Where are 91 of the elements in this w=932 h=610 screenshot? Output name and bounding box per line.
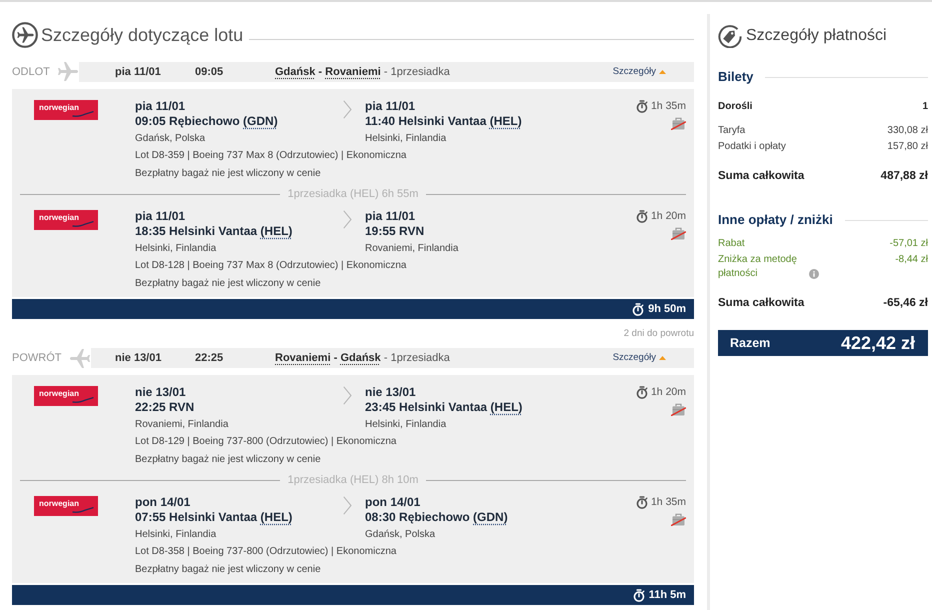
flight-info: Lot D8-129 | Boeing 737-800 (Odrzutowiec) | Ekonomiczna xyxy=(135,435,398,449)
fee-label: Rabat xyxy=(718,237,745,251)
route-summary: Gdańsk - Rovaniemi - 1przesiadka xyxy=(275,64,451,80)
segment-duration: 1h 35m xyxy=(650,99,686,113)
swoosh-icon xyxy=(72,111,94,117)
leg-time: 22:25 xyxy=(195,350,224,366)
arrival-date: pon 14/01 xyxy=(365,495,422,509)
fee-amount: 330,08 zł xyxy=(887,124,928,138)
leg-label: POWRÓT xyxy=(12,351,62,365)
total-duration: 11h 5m xyxy=(648,588,686,602)
arrival-city: Helsinki, Finlandia xyxy=(365,418,448,432)
departure-airport: 07:55 Helsinki Vantaa (HEL) xyxy=(135,509,294,525)
arrival-city: Gdańsk, Polska xyxy=(365,528,436,542)
departure-date: pon 14/01 xyxy=(135,495,192,509)
details-link[interactable]: Szczegóły xyxy=(612,66,656,78)
arrival-date: pia 11/01 xyxy=(365,209,416,223)
baggage-note: Bezpłatny bagaż nie jest wliczony w cenie xyxy=(135,277,322,291)
leg-date: pia 11/01 xyxy=(115,64,162,80)
stopwatch-icon xyxy=(636,386,648,398)
fee-label: Podatki i opłaty xyxy=(718,140,786,154)
stopwatch-icon xyxy=(636,210,648,222)
payment-title: Szczegóły płatności xyxy=(746,26,887,46)
airplane-icon xyxy=(12,22,38,48)
leg-date: nie 13/01 xyxy=(115,350,162,366)
fee-amount: -65,46 zł xyxy=(883,296,928,311)
baggage-note: Bezpłatny bagaż nie jest wliczony w cenie xyxy=(135,453,322,467)
flight-info: Lot D8-358 | Boeing 737-800 (Odrzutowiec) | Ekonomiczna xyxy=(135,545,398,559)
fee-label: Suma całkowita xyxy=(718,169,804,184)
departure-airport: 22:25 RVN xyxy=(135,399,196,415)
departure-city: Helsinki, Finlandia xyxy=(135,242,218,256)
swoosh-icon xyxy=(72,507,94,513)
stopwatch-icon xyxy=(636,496,648,508)
departure-airport: 18:35 Helsinki Vantaa (HEL) xyxy=(135,223,294,239)
fee-label: Suma całkowita xyxy=(718,296,804,311)
arrival-airport: 11:40 Helsinki Vantaa (HEL) xyxy=(365,113,523,129)
layover-info: 1przesiadka (HEL) 6h 55m xyxy=(286,187,420,202)
chevron-right-icon xyxy=(343,100,352,119)
section-heading: Bilety xyxy=(718,69,754,85)
arrival-airport: 08:30 Rębiechowo (GDN) xyxy=(365,509,509,525)
flight-info: Lot D8-128 | Boeing 737 Max 8 (Odrzutowiec) | Ekonomiczna xyxy=(135,259,408,273)
arrival-city: Helsinki, Finlandia xyxy=(365,132,448,146)
arrival-airport: 23:45 Helsinki Vantaa (HEL) xyxy=(365,399,524,415)
fee-label: Zniżka za metodę płatności xyxy=(718,253,798,281)
departure-date: nie 13/01 xyxy=(135,385,187,399)
arrival-date: nie 13/01 xyxy=(365,385,417,399)
airline-logo-text: norwegian xyxy=(39,103,80,112)
details-link[interactable]: Szczegóły xyxy=(612,352,656,364)
baggage-note: Bezpłatny bagaż nie jest wliczony w cenie xyxy=(135,563,322,577)
arrival-airport: 19:55 RVN xyxy=(365,223,426,239)
departure-airport: 09:05 Rębiechowo (GDN) xyxy=(135,113,279,129)
chevron-right-icon xyxy=(343,496,352,515)
departure-date: pia 11/01 xyxy=(135,99,186,113)
departure-city: Helsinki, Finlandia xyxy=(135,528,218,542)
grand-total-label: Razem xyxy=(730,334,770,352)
chevron-right-icon xyxy=(343,386,352,405)
stopwatch-icon xyxy=(632,588,645,602)
flight-info: Lot D8-359 | Boeing 737 Max 8 (Odrzutowiec) | Ekonomiczna xyxy=(135,149,408,163)
airline-logo-text: norwegian xyxy=(39,213,80,222)
fee-amount: -57,01 zł xyxy=(890,237,928,251)
chevron-right-icon xyxy=(343,210,352,229)
arrival-date: pia 11/01 xyxy=(365,99,416,113)
airline-logo-text: norwegian xyxy=(39,389,80,398)
stopwatch-icon xyxy=(636,100,648,112)
fee-amount: 157,80 zł xyxy=(887,140,928,154)
departure-date: pia 11/01 xyxy=(135,209,186,223)
route-summary: Rovaniemi - Gdańsk - 1przesiadka xyxy=(275,350,451,366)
fee-label: Dorośli xyxy=(718,100,752,114)
segment-duration: 1h 20m xyxy=(650,209,686,223)
arrival-city: Rovaniemi, Finlandia xyxy=(365,242,460,256)
total-duration: 9h 50m xyxy=(648,302,686,316)
leg-time: 09:05 xyxy=(195,64,224,80)
days-between-note: 2 dni do powrotu xyxy=(624,328,694,340)
fee-amount: 1 xyxy=(922,100,928,114)
leg-label: ODLOT xyxy=(12,65,50,79)
segment-duration: 1h 20m xyxy=(650,385,686,399)
grand-total-amount: 422,42 zł xyxy=(840,332,915,354)
departure-city: Gdańsk, Polska xyxy=(135,132,206,146)
swoosh-icon xyxy=(72,221,94,227)
layover-info: 1przesiadka (HEL) 8h 10m xyxy=(286,473,420,488)
stopwatch-icon xyxy=(632,302,644,316)
airline-logo-text: norwegian xyxy=(39,499,80,508)
fee-amount: -8,44 zł xyxy=(895,253,928,267)
section-title: Szczegóły dotyczące lotu xyxy=(41,24,244,46)
segment-duration: 1h 35m xyxy=(650,495,686,509)
baggage-note: Bezpłatny bagaż nie jest wliczony w cenie xyxy=(135,167,322,181)
fee-label: Taryfa xyxy=(718,124,746,138)
section-heading: Inne opłaty / zniżki xyxy=(718,212,833,228)
price-tag-icon xyxy=(718,24,742,48)
fee-amount: 487,88 zł xyxy=(880,169,928,184)
departure-city: Rovaniemi, Finlandia xyxy=(135,418,230,432)
swoosh-icon xyxy=(72,397,94,403)
